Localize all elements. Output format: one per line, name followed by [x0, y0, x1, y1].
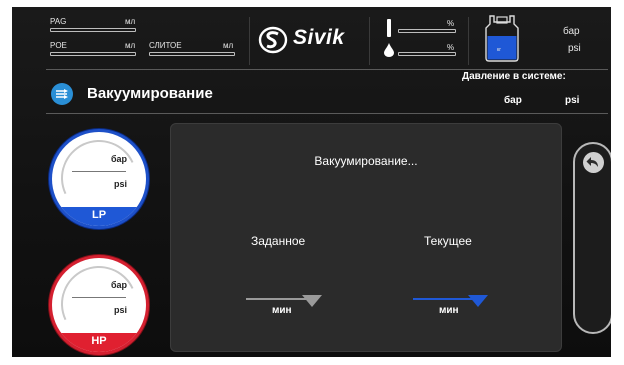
header-divider — [369, 17, 370, 65]
current-time-field — [413, 298, 473, 300]
brand-mark-icon — [258, 26, 288, 54]
system-pressure-bar-unit: бар — [504, 95, 522, 106]
side-rail — [573, 142, 611, 334]
lp-bar-unit: бар — [110, 154, 127, 164]
brand-name: Sivik — [293, 26, 345, 49]
drain-label: СЛИТОЕ — [149, 41, 182, 50]
vacuum-panel: Вакуумирование... Заданное Текущее мин м… — [170, 123, 562, 352]
drop-bar — [398, 52, 456, 56]
brand-logo: Sivik — [256, 25, 366, 55]
hp-gauge[interactable]: бар psi HP — [52, 258, 146, 352]
tank-pressure-psi-unit: psi — [568, 43, 581, 54]
title-bottom-line — [46, 113, 608, 114]
drain-unit: мл — [223, 41, 234, 50]
level-bar — [398, 29, 456, 33]
back-button[interactable] — [583, 152, 604, 173]
drop-icon — [384, 43, 394, 57]
set-time-field[interactable] — [246, 298, 306, 300]
poe-bar — [50, 52, 136, 56]
lp-psi-unit: psi — [113, 179, 127, 189]
current-time-indicator-icon — [468, 295, 488, 307]
poe-label: POE — [50, 41, 67, 50]
vacuum-status: Вакуумирование... — [314, 154, 418, 168]
tank-pressure-bar-unit: бар — [563, 26, 580, 37]
app-screen: PAG мл POE мл СЛИТОЕ мл Sivik % % кг бар… — [12, 7, 611, 357]
liquid-level-icon — [387, 19, 391, 37]
page-title: Вакуумирование — [87, 85, 213, 102]
header-bottom-line — [46, 69, 608, 70]
lp-gauge[interactable]: бар psi LP — [52, 132, 146, 226]
current-time-label: Текущее — [424, 234, 472, 248]
header-divider — [468, 17, 469, 65]
pag-bar — [50, 28, 136, 32]
vacuum-icon — [51, 83, 73, 105]
header-divider — [249, 17, 250, 65]
drop-percent-unit: % — [447, 43, 455, 52]
set-time-label: Заданное — [251, 234, 306, 248]
hp-bar-unit: бар — [110, 280, 127, 290]
hp-psi-unit: psi — [113, 305, 127, 315]
level-percent-unit: % — [447, 19, 455, 28]
current-time-unit: мин — [439, 305, 459, 316]
drain-bar — [149, 52, 235, 56]
hp-gauge-divider — [72, 297, 126, 298]
pag-unit: мл — [125, 17, 136, 26]
poe-unit: мл — [125, 41, 136, 50]
set-time-dropdown-icon[interactable] — [302, 295, 322, 307]
hp-label: HP — [52, 333, 146, 352]
system-pressure-label: Давление в системе: — [462, 71, 566, 82]
pag-label: PAG — [50, 17, 67, 26]
tank-unit: кг — [497, 47, 502, 53]
back-arrow-icon — [586, 157, 598, 167]
lp-label: LP — [52, 207, 146, 226]
set-time-unit: мин — [272, 305, 292, 316]
system-pressure-psi-unit: psi — [565, 95, 580, 106]
lp-gauge-divider — [72, 171, 126, 172]
refrigerant-tank-icon — [485, 15, 519, 62]
